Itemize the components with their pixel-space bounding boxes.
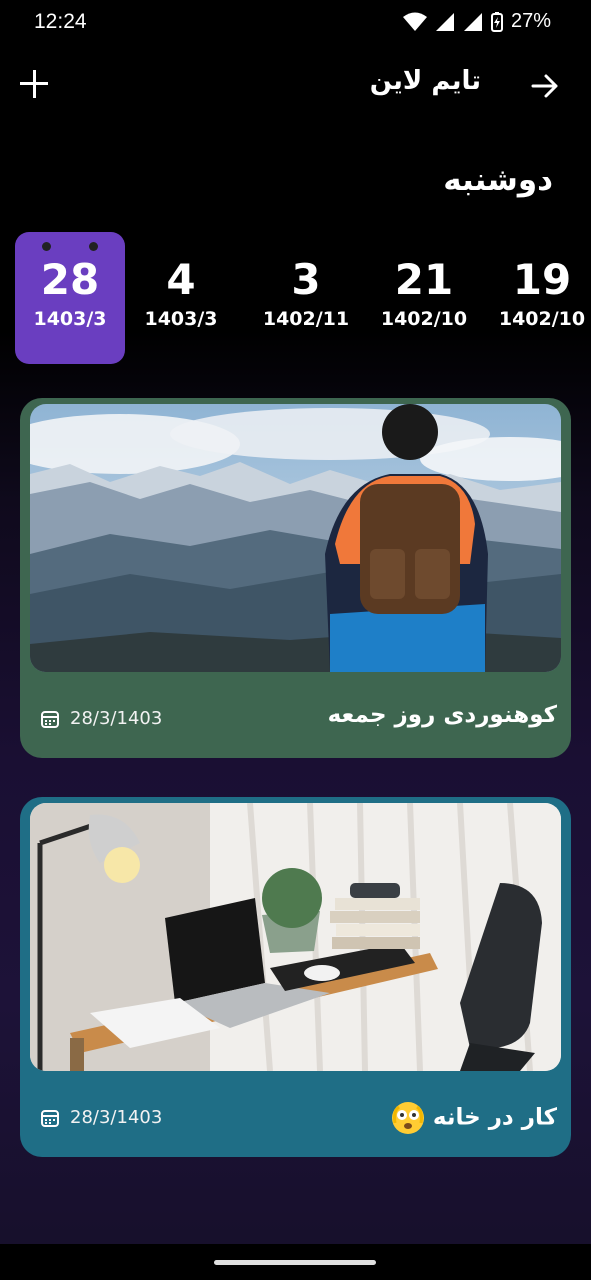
calendar-icon <box>41 710 59 728</box>
date-chip[interactable]: 21 1402/10 <box>369 232 479 364</box>
add-button[interactable] <box>16 66 54 104</box>
status-icons: 27% <box>402 10 551 33</box>
chip-day: 19 <box>512 255 572 304</box>
flushed-face-emoji-icon <box>391 1102 424 1134</box>
arrow-right-icon[interactable] <box>529 70 561 102</box>
chip-day: 21 <box>394 255 454 304</box>
timeline-card[interactable]: کوهنوردی روز جمعه 28/3/1403 <box>20 398 571 758</box>
date-label: 28/3/1403 <box>70 708 163 729</box>
system-nav-bar <box>0 1244 591 1280</box>
page-title: تایم لاین <box>369 66 481 96</box>
battery-percent: 27% <box>510 10 551 32</box>
date-label: 28/3/1403 <box>70 1107 163 1128</box>
signal-icon <box>435 12 454 31</box>
chip-date: 1402/10 <box>498 308 586 330</box>
chip-day: 3 <box>291 255 321 304</box>
top-app-bar: تایم لاین <box>0 56 591 116</box>
chip-date: 1403/3 <box>144 308 218 330</box>
timeline-card-title: کوهنوردی روز جمعه <box>327 702 557 728</box>
date-chip[interactable]: 4 1403/3 <box>126 232 236 364</box>
timeline-card[interactable]: کار در خانه 28/3/1403 <box>20 797 571 1157</box>
status-bar: 12:24 27% <box>0 0 591 44</box>
chip-date: 1402/11 <box>262 308 350 330</box>
date-chip[interactable]: 3 1402/11 <box>251 232 361 364</box>
wifi-icon <box>402 12 427 31</box>
selected-day-name: دوشنبه <box>443 162 553 198</box>
chip-day: 4 <box>166 255 196 304</box>
chip-day: 28 <box>40 255 100 304</box>
signal-icon-2 <box>463 12 482 31</box>
chip-date: 1402/10 <box>380 308 468 330</box>
date-chip-selected[interactable]: 28 1403/3 <box>15 232 125 364</box>
battery-charging-icon <box>490 11 503 32</box>
calendar-icon <box>41 1109 59 1127</box>
chip-date: 1403/3 <box>33 308 107 330</box>
status-time: 12:24 <box>34 10 87 33</box>
home-indicator[interactable] <box>214 1260 376 1265</box>
date-chip[interactable]: 19 1402/10 <box>487 232 591 364</box>
calendar-rings-icon <box>15 242 125 252</box>
home-desk-image <box>30 803 561 1071</box>
timeline-card-title: کار در خانه <box>385 1101 557 1135</box>
timeline-card-date: 28/3/1403 <box>40 1107 162 1128</box>
timeline-card-date: 28/3/1403 <box>40 708 162 729</box>
date-strip: 28 1403/3 4 1403/3 3 1402/11 21 1402/10 … <box>0 232 591 366</box>
title-text: کار در خانه <box>432 1104 557 1131</box>
hiker-mountains-image <box>30 404 561 672</box>
